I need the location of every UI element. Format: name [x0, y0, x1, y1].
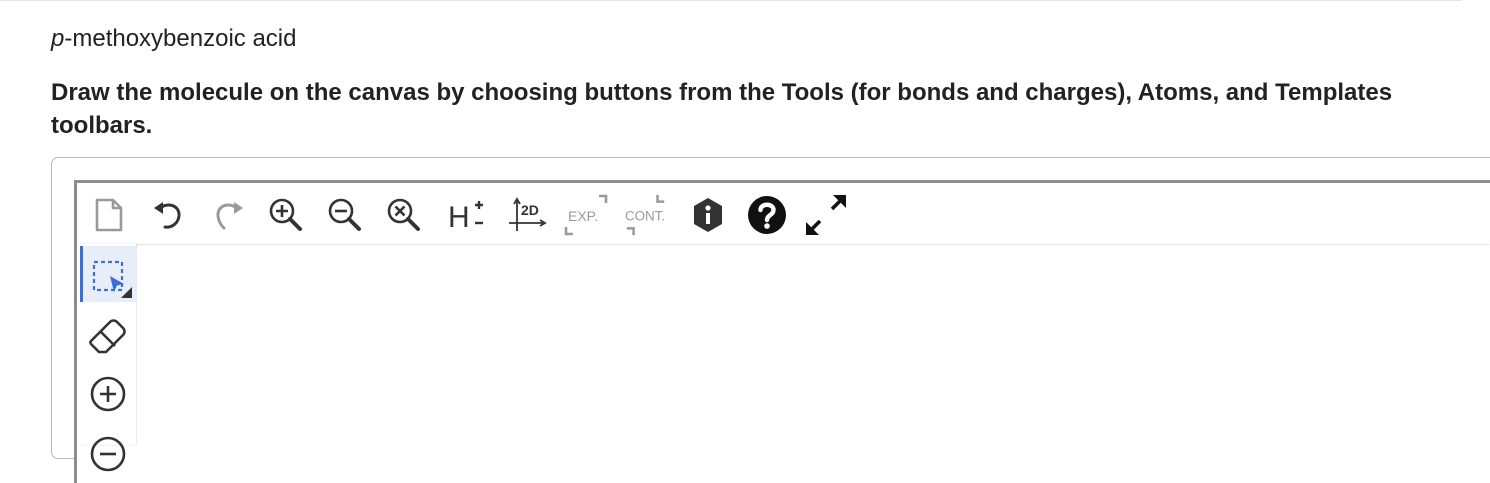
compound-name: p-methoxybenzoic acid	[51, 25, 296, 53]
zoom-reset-button[interactable]	[382, 193, 426, 237]
zoom-in-button[interactable]	[264, 193, 308, 237]
info-icon	[694, 198, 722, 232]
clean-2d-label: 2D	[521, 202, 539, 218]
info-button[interactable]	[686, 193, 730, 237]
new-document-button[interactable]	[87, 193, 131, 237]
charge-minus-button[interactable]	[80, 426, 136, 482]
left-toolbar	[77, 244, 136, 472]
top-toolbar: H 2D EXP. CONT.	[77, 183, 1490, 244]
rectangle-select-icon	[92, 260, 132, 298]
eraser-icon	[89, 319, 126, 354]
charge-minus-icon	[90, 436, 126, 472]
contract-icon: CONT.	[625, 194, 665, 236]
hydrogens-label: H	[448, 201, 470, 234]
zoom-out-icon	[328, 198, 361, 231]
clean-2d-button[interactable]: 2D	[505, 193, 549, 237]
compound-name-rest: -methoxybenzoic acid	[64, 25, 297, 52]
select-tool-button[interactable]	[80, 246, 136, 302]
new-document-icon	[95, 198, 123, 232]
zoom-in-icon	[269, 198, 302, 231]
expand-icon: EXP.	[564, 194, 608, 236]
hydrogens-icon: H	[448, 201, 483, 234]
zoom-reset-icon	[387, 198, 420, 231]
expand-label: EXP.	[568, 208, 598, 224]
charge-plus-button[interactable]	[80, 366, 136, 422]
contract-button[interactable]: CONT.	[624, 193, 668, 237]
clean-2d-icon: 2D	[509, 197, 547, 231]
instructions-text: Draw the molecule on the canvas by choos…	[51, 79, 1393, 139]
redo-icon	[216, 202, 243, 230]
charge-plus-icon	[90, 376, 126, 412]
fullscreen-button[interactable]	[804, 193, 848, 237]
hydrogens-button[interactable]: H	[445, 193, 489, 237]
compound-prefix: p	[51, 25, 65, 52]
undo-button[interactable]	[147, 193, 191, 237]
help-button[interactable]	[745, 193, 789, 237]
help-icon	[748, 196, 786, 234]
fullscreen-icon	[806, 195, 846, 235]
zoom-out-button[interactable]	[323, 193, 367, 237]
expand-button[interactable]: EXP.	[564, 193, 608, 237]
undo-icon	[154, 202, 181, 229]
erase-tool-button[interactable]	[80, 306, 136, 362]
contract-label: CONT.	[625, 209, 665, 224]
redo-button[interactable]	[206, 193, 250, 237]
top-divider	[0, 0, 1462, 1]
drawing-canvas[interactable]	[137, 245, 1490, 444]
